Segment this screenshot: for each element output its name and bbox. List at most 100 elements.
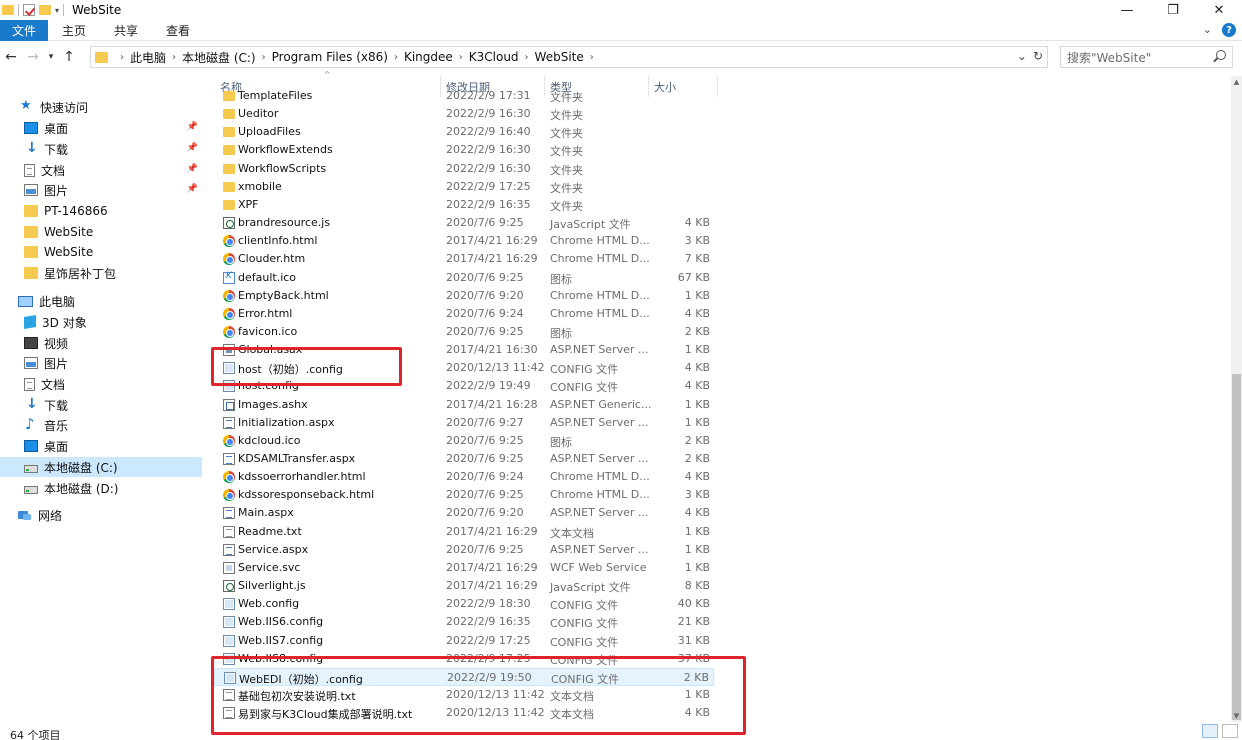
address-dropdown-icon[interactable]: ⌄ bbox=[1017, 49, 1027, 63]
breadcrumb-kingdee[interactable]: Kingdee bbox=[404, 50, 453, 64]
tab-share[interactable]: 共享 bbox=[100, 20, 152, 41]
refresh-icon[interactable]: ↻ bbox=[1033, 49, 1043, 63]
network-icon bbox=[18, 509, 32, 521]
file-row[interactable]: Service.svc 2017/4/21 16:29 WCF Web Servic… bbox=[214, 559, 714, 577]
search-icon[interactable] bbox=[1216, 50, 1226, 60]
minimize-button[interactable]: — bbox=[1104, 0, 1150, 20]
sidebar-item[interactable]: 快速访问 bbox=[0, 97, 202, 117]
folder-icon bbox=[2, 5, 14, 15]
sidebar-item[interactable]: 下载 bbox=[0, 395, 202, 415]
file-row[interactable]: UploadFiles 2022/2/9 16:40 文件夹 bbox=[214, 123, 714, 141]
sidebar-item[interactable]: 桌面 bbox=[0, 436, 202, 456]
sidebar-item[interactable]: WebSite bbox=[0, 222, 202, 242]
file-row[interactable]: Error.html 2020/7/6 9:24 Chrome HTML D... 4… bbox=[214, 305, 714, 323]
breadcrumb-k3cloud[interactable]: K3Cloud bbox=[469, 50, 519, 64]
recent-locations-icon[interactable]: ▾ bbox=[44, 46, 58, 68]
sidebar-item[interactable]: 本地磁盘 (C:) bbox=[0, 457, 202, 477]
sidebar-item-label: 本地磁盘 (D:) bbox=[44, 481, 119, 496]
chevron-right-icon[interactable]: › bbox=[172, 52, 176, 63]
file-row[interactable]: Clouder.htm 2017/4/21 16:29 Chrome HTML D.… bbox=[214, 250, 714, 268]
chevron-right-icon[interactable]: › bbox=[525, 52, 529, 63]
file-size: 1 KB bbox=[684, 560, 710, 574]
file-row[interactable]: Readme.txt 2017/4/21 16:29 文本文档 1 KB bbox=[214, 523, 714, 541]
file-row[interactable]: kdssoresponseback.html 2020/7/6 9:25 Chrom… bbox=[214, 486, 714, 504]
file-row[interactable]: WorkflowExtends 2022/2/9 16:30 文件夹 bbox=[214, 141, 714, 159]
file-row[interactable]: Service.aspx 2020/7/6 9:25 ASP.NET Server … bbox=[214, 541, 714, 559]
tab-view[interactable]: 查看 bbox=[152, 20, 204, 41]
sidebar-item[interactable]: 网络 bbox=[0, 505, 202, 525]
address-bar[interactable]: › 此电脑 › 本地磁盘 (C:) › Program Files (x86) › K… bbox=[90, 46, 1048, 68]
vertical-scrollbar[interactable]: ▲ ▼ bbox=[1231, 76, 1242, 722]
file-row[interactable]: Silverlight.js 2017/4/21 16:29 JavaScript … bbox=[214, 577, 714, 595]
help-icon[interactable]: ? bbox=[1222, 23, 1236, 37]
folder-file-icon bbox=[223, 163, 235, 174]
breadcrumb-program-files[interactable]: Program Files (x86) bbox=[272, 50, 388, 64]
large-icons-view-icon[interactable] bbox=[1222, 724, 1238, 738]
chevron-right-icon[interactable]: › bbox=[590, 52, 594, 63]
sidebar-item[interactable]: PT-146866 bbox=[0, 201, 202, 221]
file-row[interactable]: Initialization.aspx 2020/7/6 9:27 ASP.NET … bbox=[214, 414, 714, 432]
breadcrumb-website[interactable]: WebSite bbox=[535, 50, 584, 64]
close-button[interactable]: ✕ bbox=[1196, 0, 1242, 20]
file-row[interactable]: Web.IIS7.config 2022/2/9 17:25 CONFIG 文件 31… bbox=[214, 632, 714, 650]
sidebar-item[interactable]: WebSite bbox=[0, 242, 202, 262]
sidebar-item[interactable]: 星饰居补丁包 bbox=[0, 263, 202, 283]
file-row[interactable]: XPF 2022/2/9 16:35 文件夹 bbox=[214, 196, 714, 214]
properties-icon[interactable] bbox=[23, 4, 35, 16]
file-row[interactable]: Images.ashx 2017/4/21 16:28 ASP.NET Generi… bbox=[214, 396, 714, 414]
details-view-icon[interactable] bbox=[1202, 724, 1218, 738]
sidebar-item[interactable]: 图片 📌 bbox=[0, 180, 202, 200]
file-row[interactable]: clientInfo.html 2017/4/21 16:29 Chrome HTM… bbox=[214, 232, 714, 250]
file-row[interactable]: Main.aspx 2020/7/6 9:20 ASP.NET Server ...… bbox=[214, 504, 714, 522]
scroll-down-icon[interactable]: ▼ bbox=[1231, 710, 1242, 722]
file-type: ASP.NET Server ... bbox=[550, 343, 649, 357]
new-folder-icon[interactable] bbox=[39, 5, 51, 15]
sidebar-item[interactable]: 视频 bbox=[0, 333, 202, 353]
chevron-right-icon[interactable]: › bbox=[262, 52, 266, 63]
file-type: 文件夹 bbox=[550, 199, 583, 213]
file-row[interactable]: kdssoerrorhandler.html 2020/7/6 9:24 Chrom… bbox=[214, 468, 714, 486]
file-row[interactable]: kdcloud.ico 2020/7/6 9:25 图标 2 KB bbox=[214, 432, 714, 450]
file-row[interactable]: TemplateFiles 2022/2/9 17:31 文件夹 bbox=[214, 89, 714, 105]
up-button[interactable]: ↑ bbox=[58, 46, 80, 68]
file-row[interactable]: brandresource.js 2020/7/6 9:25 JavaScript … bbox=[214, 214, 714, 232]
folder-icon bbox=[24, 246, 38, 258]
sidebar-item[interactable]: 3D 对象 bbox=[0, 312, 202, 332]
sidebar-item[interactable]: 此电脑 bbox=[0, 291, 202, 311]
sidebar-item[interactable]: 本地磁盘 (D:) bbox=[0, 478, 202, 498]
file-row[interactable]: xmobile 2022/2/9 17:25 文件夹 bbox=[214, 178, 714, 196]
sidebar-item[interactable]: 图片 bbox=[0, 353, 202, 373]
file-row[interactable]: KDSAMLTransfer.aspx 2020/7/6 9:25 ASP.NET … bbox=[214, 450, 714, 468]
scroll-up-icon[interactable]: ▲ bbox=[1231, 76, 1242, 88]
tab-file[interactable]: 文件 bbox=[0, 19, 49, 41]
breadcrumb-this-pc[interactable]: 此电脑 bbox=[130, 49, 166, 66]
sidebar-item[interactable]: 文档 📌 bbox=[0, 160, 202, 180]
file-row[interactable]: Web.config 2022/2/9 18:30 CONFIG 文件 40 KB bbox=[214, 595, 714, 613]
tab-home[interactable]: 主页 bbox=[48, 20, 100, 41]
file-row[interactable]: Web.IIS6.config 2022/2/9 16:35 CONFIG 文件 21… bbox=[214, 613, 714, 631]
chevron-right-icon[interactable]: › bbox=[394, 52, 398, 63]
sidebar-item[interactable]: 下载 📌 bbox=[0, 139, 202, 159]
sidebar-item-label: 网络 bbox=[38, 508, 63, 523]
maximize-button[interactable]: ❐ bbox=[1150, 0, 1196, 20]
forward-button[interactable]: → bbox=[22, 46, 44, 68]
back-button[interactable]: ← bbox=[0, 46, 22, 68]
chevron-right-icon[interactable]: › bbox=[120, 52, 124, 63]
file-date: 2020/7/6 9:20 bbox=[446, 288, 524, 302]
sidebar-item[interactable]: 音乐 bbox=[0, 415, 202, 435]
sidebar-item-label: 本地磁盘 (C:) bbox=[44, 460, 118, 475]
file-row[interactable]: default.ico 2020/7/6 9:25 图标 67 KB bbox=[214, 269, 714, 287]
scrollbar-thumb[interactable] bbox=[1232, 374, 1241, 720]
customize-dropdown-icon[interactable]: ▾ bbox=[55, 6, 59, 15]
file-row[interactable]: EmptyBack.html 2020/7/6 9:20 Chrome HTML D… bbox=[214, 287, 714, 305]
drive-icon bbox=[24, 486, 38, 494]
sidebar-item[interactable]: 桌面 📌 bbox=[0, 118, 202, 138]
breadcrumb-drive-c[interactable]: 本地磁盘 (C:) bbox=[182, 49, 256, 66]
search-input[interactable]: 搜索"WebSite" bbox=[1060, 46, 1233, 68]
chevron-right-icon[interactable]: › bbox=[459, 52, 463, 63]
file-row[interactable]: favicon.ico 2020/7/6 9:25 图标 2 KB bbox=[214, 323, 714, 341]
sidebar-item[interactable]: 文档 bbox=[0, 374, 202, 394]
file-row[interactable]: WorkflowScripts 2022/2/9 16:30 文件夹 bbox=[214, 160, 714, 178]
expand-ribbon-icon[interactable]: ⌄ bbox=[1203, 23, 1212, 37]
file-row[interactable]: Ueditor 2022/2/9 16:30 文件夹 bbox=[214, 105, 714, 123]
